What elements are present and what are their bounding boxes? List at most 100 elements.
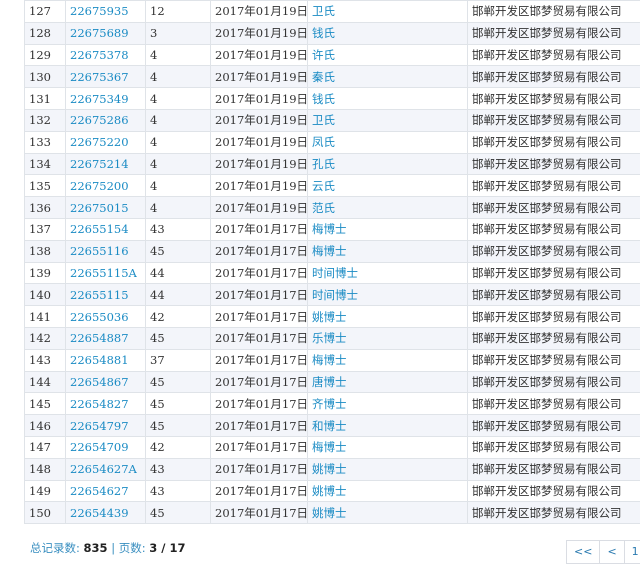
row-index: 149 <box>29 484 51 498</box>
cell-name: 梅博士 <box>308 436 468 458</box>
trademark-name-link[interactable]: 卫氏 <box>312 113 335 127</box>
cell-cls: 42 <box>146 436 211 458</box>
trademark-name-link[interactable]: 姚博士 <box>312 506 347 520</box>
registration-number-link[interactable]: 22654867 <box>70 375 129 389</box>
registration-number-link[interactable]: 22675214 <box>70 157 129 171</box>
registration-number-link[interactable]: 22655154 <box>70 222 129 236</box>
row-index: 150 <box>29 506 51 520</box>
trademark-name-link[interactable]: 孔氏 <box>312 157 335 171</box>
registration-number-link[interactable]: 22675367 <box>70 70 129 84</box>
registration-number-link[interactable]: 22654709 <box>70 440 129 454</box>
cell-reg: 22675378 <box>66 44 146 66</box>
trademark-name-link[interactable]: 许氏 <box>312 48 335 62</box>
trademark-name-link[interactable]: 云氏 <box>312 179 335 193</box>
trademark-name-link[interactable]: 姚博士 <box>312 484 347 498</box>
registration-number-link[interactable]: 22654887 <box>70 331 129 345</box>
cell-owner: 邯郸开发区邯梦贸易有限公司 <box>468 240 640 262</box>
trademark-name-link[interactable]: 梅博士 <box>312 440 347 454</box>
registration-number-link[interactable]: 22655036 <box>70 310 129 324</box>
cell-cls: 45 <box>146 502 211 524</box>
trademark-name-link[interactable]: 和博士 <box>312 419 347 433</box>
trademark-name-link[interactable]: 梅博士 <box>312 222 347 236</box>
cell-cls: 43 <box>146 480 211 502</box>
trademark-name-link[interactable]: 范氏 <box>312 201 335 215</box>
class-number: 37 <box>150 353 165 367</box>
trademark-name-link[interactable]: 齐博士 <box>312 397 347 411</box>
cell-owner: 邯郸开发区邯梦贸易有限公司 <box>468 197 640 219</box>
registration-number-link[interactable]: 22675220 <box>70 135 129 149</box>
cell-cls: 4 <box>146 88 211 110</box>
applicant-name: 邯郸开发区邯梦贸易有限公司 <box>472 331 622 345</box>
trademark-name-link[interactable]: 钱氏 <box>312 92 335 106</box>
registration-number-link[interactable]: 22675200 <box>70 179 129 193</box>
trademark-name-link[interactable]: 凤氏 <box>312 135 335 149</box>
trademark-name-link[interactable]: 时间博士 <box>312 266 358 280</box>
row-index: 141 <box>29 310 51 324</box>
cell-reg: 22655115 <box>66 284 146 306</box>
trademark-name-link[interactable]: 时间博士 <box>312 288 358 302</box>
registration-number-link[interactable]: 22654627 <box>70 484 129 498</box>
row-index: 144 <box>29 375 51 389</box>
trademark-name-link[interactable]: 秦氏 <box>312 70 335 84</box>
trademark-name-link[interactable]: 唐博士 <box>312 375 347 389</box>
trademark-name-link[interactable]: 梅博士 <box>312 353 347 367</box>
cell-cls: 4 <box>146 175 211 197</box>
first-page-button[interactable]: << <box>566 540 599 564</box>
registration-number-link[interactable]: 22675378 <box>70 48 129 62</box>
cell-reg: 22655036 <box>66 306 146 328</box>
cell-date: 2017年01月17日 <box>211 502 308 524</box>
registration-number-link[interactable]: 22675015 <box>70 201 129 215</box>
application-date: 2017年01月19日 <box>215 26 308 40</box>
row-index: 129 <box>29 48 51 62</box>
cell-idx: 142 <box>25 327 66 349</box>
registration-number-link[interactable]: 22654827 <box>70 397 129 411</box>
application-date: 2017年01月17日 <box>215 484 308 498</box>
table-row: 1322267528642017年01月19日卫氏邯郸开发区邯梦贸易有限公司 <box>25 109 640 131</box>
class-number: 45 <box>150 506 165 520</box>
class-number: 43 <box>150 462 165 476</box>
trademark-name-link[interactable]: 卫氏 <box>312 4 335 18</box>
trademark-name-link[interactable]: 姚博士 <box>312 310 347 324</box>
application-date: 2017年01月17日 <box>215 288 308 302</box>
trademark-name-link[interactable]: 钱氏 <box>312 26 335 40</box>
trademark-name-link[interactable]: 梅博士 <box>312 244 347 258</box>
cell-cls: 45 <box>146 371 211 393</box>
cell-idx: 149 <box>25 480 66 502</box>
class-number: 44 <box>150 266 165 280</box>
cell-date: 2017年01月17日 <box>211 436 308 458</box>
applicant-name: 邯郸开发区邯梦贸易有限公司 <box>472 484 622 498</box>
registration-number-link[interactable]: 22654797 <box>70 419 129 433</box>
cell-owner: 邯郸开发区邯梦贸易有限公司 <box>468 327 640 349</box>
trademark-name-link[interactable]: 乐博士 <box>312 331 347 345</box>
registration-number-link[interactable]: 22655116 <box>70 244 129 258</box>
row-index: 135 <box>29 179 51 193</box>
registration-number-link[interactable]: 22655115 <box>70 288 129 302</box>
table-row: 14122655036422017年01月17日姚博士邯郸开发区邯梦贸易有限公司 <box>25 306 640 328</box>
applicant-name: 邯郸开发区邯梦贸易有限公司 <box>472 26 622 40</box>
cell-idx: 130 <box>25 66 66 88</box>
page-1-button[interactable]: 1 <box>624 540 640 564</box>
cell-idx: 139 <box>25 262 66 284</box>
registration-number-link[interactable]: 22675935 <box>70 4 129 18</box>
cell-cls: 4 <box>146 44 211 66</box>
cell-owner: 邯郸开发区邯梦贸易有限公司 <box>468 284 640 306</box>
registration-number-link[interactable]: 22654627A <box>70 462 137 476</box>
registration-number-link[interactable]: 22654439 <box>70 506 129 520</box>
cell-date: 2017年01月19日 <box>211 109 308 131</box>
trademark-name-link[interactable]: 姚博士 <box>312 462 347 476</box>
application-date: 2017年01月17日 <box>215 419 308 433</box>
registration-number-link[interactable]: 22675286 <box>70 113 129 127</box>
cell-name: 时间博士 <box>308 284 468 306</box>
cell-owner: 邯郸开发区邯梦贸易有限公司 <box>468 44 640 66</box>
table-row: 14022655115442017年01月17日时间博士邯郸开发区邯梦贸易有限公… <box>25 284 640 306</box>
registration-number-link[interactable]: 22675689 <box>70 26 129 40</box>
applicant-name: 邯郸开发区邯梦贸易有限公司 <box>472 288 622 302</box>
registration-number-link[interactable]: 22675349 <box>70 92 129 106</box>
cell-owner: 邯郸开发区邯梦贸易有限公司 <box>468 306 640 328</box>
prev-page-button[interactable]: < <box>599 540 623 564</box>
registration-number-link[interactable]: 22654881 <box>70 353 129 367</box>
registration-number-link[interactable]: 22655115A <box>70 266 137 280</box>
application-date: 2017年01月19日 <box>215 48 308 62</box>
cell-cls: 3 <box>146 22 211 44</box>
cell-reg: 22675015 <box>66 197 146 219</box>
